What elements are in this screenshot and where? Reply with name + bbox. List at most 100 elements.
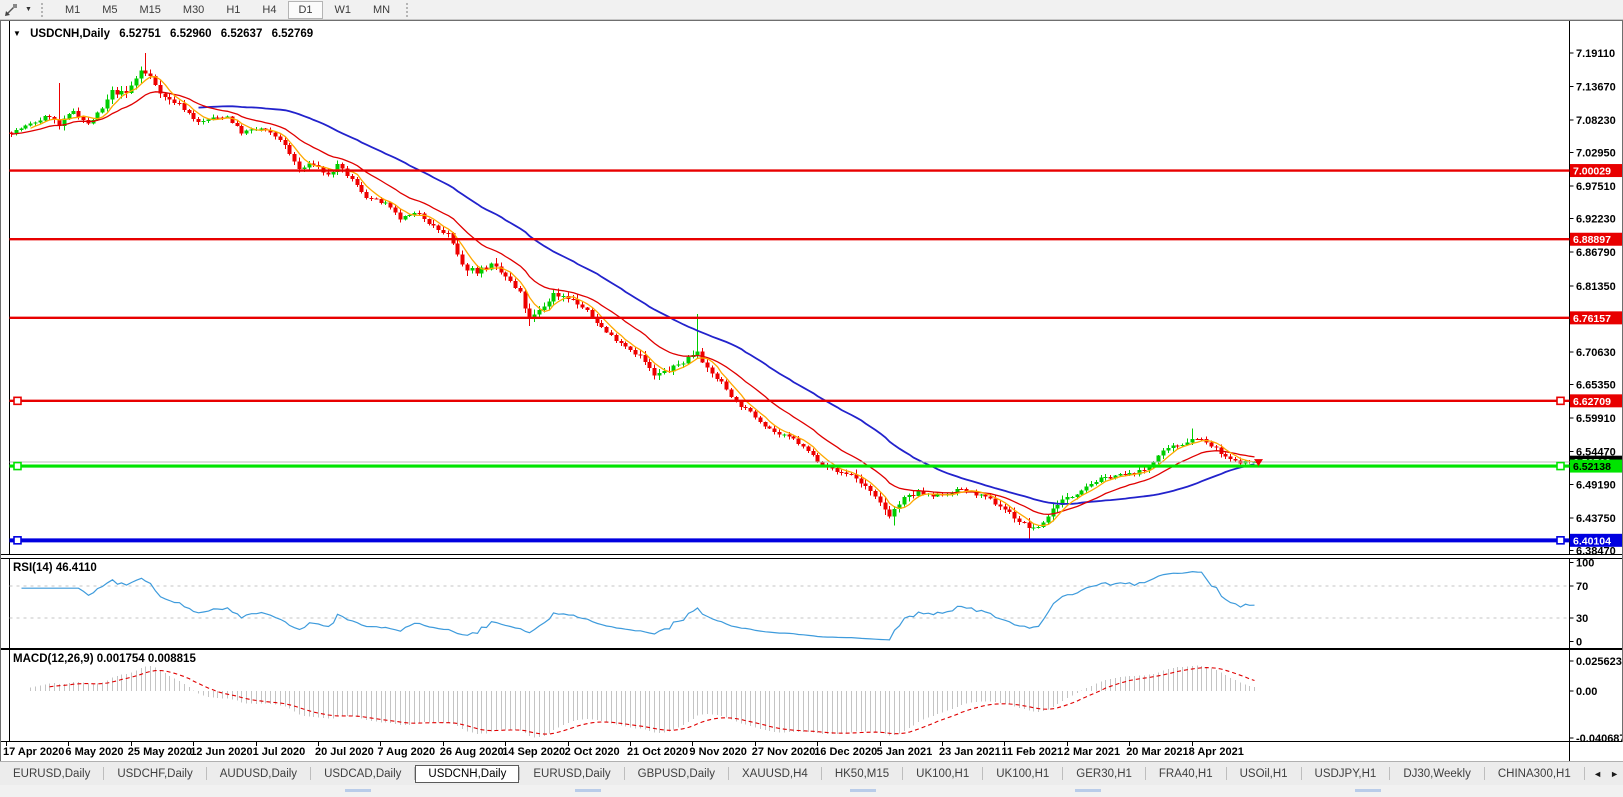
price-tag: 6.40104 (1570, 534, 1622, 548)
chart-window: 7.19110 7.13670 7.08230 7.02950 6.97510 6.922… (0, 20, 1623, 761)
time-axis[interactable]: 17 Apr 20206 May 2020 25 May 202012 Jun 2… (1, 742, 1623, 761)
svg-text:6.40104: 6.40104 (1573, 535, 1611, 547)
toolbar-grip[interactable] (41, 3, 47, 17)
chart-tab-fra40-h1[interactable]: FRA40,H1 (1146, 765, 1226, 783)
time-tick-label: 17 Apr 2020 (3, 746, 64, 758)
strip-dash (850, 789, 876, 792)
chart-tab-eurusd-daily[interactable]: EURUSD,Daily (520, 765, 623, 783)
strip-dash (345, 789, 371, 792)
svg-text:70: 70 (1576, 581, 1588, 593)
chart-tab-gbpusd-daily[interactable]: GBPUSD,Daily (625, 765, 728, 783)
svg-text:7.08230: 7.08230 (1576, 115, 1616, 127)
axis-line (1569, 742, 1570, 761)
svg-text:7.02950: 7.02950 (1576, 148, 1616, 160)
chart-tab-usdcad-daily[interactable]: USDCAD,Daily (311, 765, 414, 783)
svg-text:6.52138: 6.52138 (1573, 461, 1611, 473)
svg-text:6.65350: 6.65350 (1576, 380, 1616, 392)
svg-text:7.00029: 7.00029 (1573, 166, 1611, 178)
time-tick-label: 5 Jan 2021 (877, 746, 933, 758)
svg-text:30: 30 (1576, 613, 1588, 625)
tab-scroll-right-icon[interactable]: ► (1610, 769, 1619, 779)
timeframe-button-w1[interactable]: W1 (325, 1, 362, 19)
time-tick-label: 9 Nov 2020 (689, 746, 746, 758)
price-tag: 6.62709 (1570, 394, 1622, 408)
time-tick-label: 21 Oct 2020 (627, 746, 688, 758)
timeframe-button-mn[interactable]: MN (363, 1, 400, 19)
time-tick-label: 12 Jun 2020 (190, 746, 252, 758)
time-tick-label: 8 Apr 2021 (1189, 746, 1244, 758)
time-tick-label: 20 Mar 2021 (1126, 746, 1188, 758)
svg-text:6.62709: 6.62709 (1573, 396, 1611, 408)
price-chart-panel[interactable]: 7.19110 7.13670 7.08230 7.02950 6.97510 6.922… (1, 21, 1622, 558)
rsi-panel[interactable]: 100 70 30 0 (1, 558, 1622, 649)
svg-text:0: 0 (1576, 637, 1582, 649)
time-tick-label: 2 Oct 2020 (565, 746, 620, 758)
timeframe-button-m1[interactable]: M1 (55, 1, 90, 19)
price-tag: 6.52138 (1570, 460, 1622, 474)
chart-tab-eurusd-daily[interactable]: EURUSD,Daily (0, 765, 103, 783)
line-studies-icon[interactable] (3, 2, 20, 18)
time-tick-label: 6 May 2020 (65, 746, 123, 758)
time-tick-label: 14 Sep 2020 (502, 746, 565, 758)
chart-tab-hk50-m15[interactable]: HK50,M15 (822, 765, 902, 783)
svg-text:7.13670: 7.13670 (1576, 81, 1616, 93)
svg-text:6.76157: 6.76157 (1573, 313, 1611, 325)
chart-tab-audusd-daily[interactable]: AUDUSD,Daily (207, 765, 310, 783)
price-tag: 7.00029 (1570, 164, 1622, 178)
chart-tab-dj30-weekly[interactable]: DJ30,Weekly (1390, 765, 1484, 783)
time-tick-label: 16 Dec 2020 (814, 746, 877, 758)
time-tick-label: 20 Jul 2020 (315, 746, 374, 758)
timeframe-button-m15[interactable]: M15 (130, 1, 171, 19)
chevron-down-icon[interactable]: ▼ (25, 6, 32, 13)
chart-tab-usoil-h1[interactable]: USOil,H1 (1227, 765, 1301, 783)
time-tick-label: 1 Jul 2020 (253, 746, 306, 758)
svg-text:6.86790: 6.86790 (1576, 247, 1616, 259)
timeframe-button-m5[interactable]: M5 (92, 1, 127, 19)
svg-text:100: 100 (1576, 558, 1594, 570)
timeframe-button-h1[interactable]: H1 (216, 1, 250, 19)
strip-dash (1075, 789, 1101, 792)
chart-tab-ger30-h1[interactable]: GER30,H1 (1063, 765, 1145, 783)
chart-tab-usdcnh-daily[interactable]: USDCNH,Daily (415, 765, 519, 783)
timeframe-button-m30[interactable]: M30 (173, 1, 214, 19)
chart-tab-usdchf-daily[interactable]: USDCHF,Daily (104, 765, 205, 783)
chart-tab-usdjpy-h1[interactable]: USDJPY,H1 (1302, 765, 1390, 783)
strip-dash (1355, 789, 1381, 792)
macd-panel[interactable]: 0.025623 0.00 -0.040687 (1, 649, 1622, 742)
svg-text:6.43750: 6.43750 (1576, 513, 1616, 525)
price-tag: 6.76157 (1570, 311, 1622, 325)
time-tick-label: 11 Feb 2021 (1001, 746, 1063, 758)
toolbar-grip-2[interactable] (406, 3, 412, 17)
svg-text:6.97510: 6.97510 (1576, 181, 1616, 193)
symbol-tabbar: EURUSD,DailyUSDCHF,DailyAUDUSD,DailyUSDC… (0, 761, 1623, 785)
chart-tab-xauusd-h4[interactable]: XAUUSD,H4 (729, 765, 821, 783)
svg-text:6.81350: 6.81350 (1576, 281, 1616, 293)
price-tag: 6.88897 (1570, 233, 1622, 247)
svg-text:0.025623: 0.025623 (1576, 656, 1622, 668)
svg-text:-0.040687: -0.040687 (1576, 733, 1622, 742)
tab-scroll-buttons: ◄► (1587, 762, 1619, 785)
svg-text:6.59910: 6.59910 (1576, 413, 1616, 425)
chart-tab-uk100-h1[interactable]: UK100,H1 (903, 765, 982, 783)
bottom-strip (0, 785, 1623, 797)
svg-text:6.49190: 6.49190 (1576, 479, 1616, 491)
time-tick-label: 27 Nov 2020 (752, 746, 816, 758)
time-tick-label: 25 May 2020 (128, 746, 192, 758)
svg-text:7.19110: 7.19110 (1576, 48, 1615, 60)
tab-scroll-left-icon[interactable]: ◄ (1593, 769, 1602, 779)
toolbar: ▼ M1M5M15M30H1H4D1W1MN (0, 0, 1623, 20)
chart-tab-uk100-h1[interactable]: UK100,H1 (983, 765, 1062, 783)
svg-text:6.92230: 6.92230 (1576, 214, 1616, 226)
time-tick-label: 7 Aug 2020 (377, 746, 435, 758)
timeframe-button-h4[interactable]: H4 (252, 1, 286, 19)
timeframe-button-d1[interactable]: D1 (288, 1, 322, 19)
time-tick-label: 26 Aug 2020 (440, 746, 504, 758)
timeframe-buttons: M1M5M15M30H1H4D1W1MN (54, 1, 401, 19)
svg-text:6.70630: 6.70630 (1576, 347, 1616, 359)
time-tick-label: 2 Mar 2021 (1064, 746, 1120, 758)
chart-tab-china300-h1[interactable]: CHINA300,H1 (1485, 765, 1584, 783)
strip-dash (575, 789, 601, 792)
svg-text:0.00: 0.00 (1576, 686, 1597, 698)
time-tick-label: 23 Jan 2021 (939, 746, 1001, 758)
svg-text:6.88897: 6.88897 (1573, 234, 1611, 246)
